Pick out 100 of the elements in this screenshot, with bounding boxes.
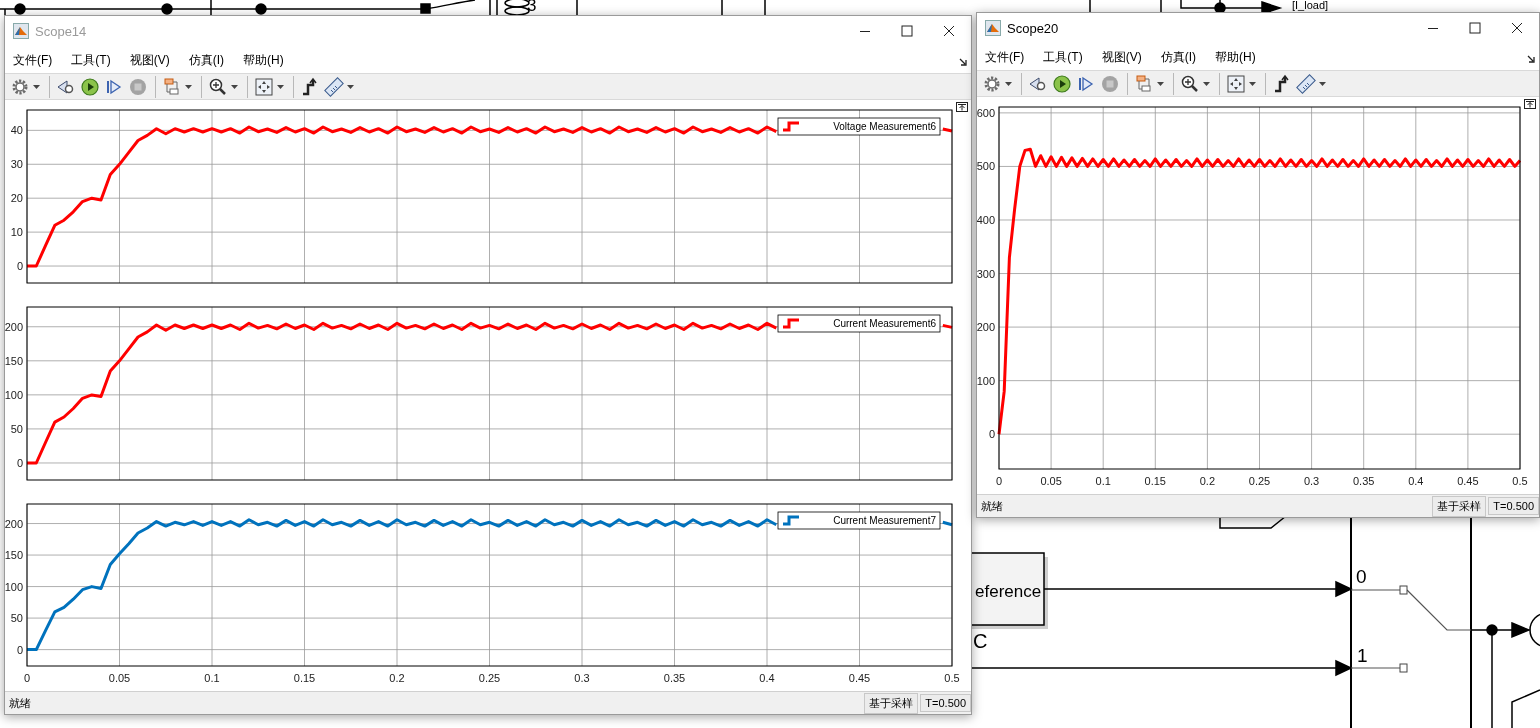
legend-line-icon (783, 318, 799, 329)
tick-label: 500 (977, 160, 995, 173)
maximize-icon[interactable] (901, 25, 913, 37)
tick-label: 0.3 (574, 672, 590, 684)
caret-icon (1203, 81, 1210, 86)
toolbar-button[interactable] (79, 75, 101, 98)
sample-mode-label: 基于采样 (1432, 495, 1487, 517)
time-readout: T=0.500 (1488, 497, 1539, 515)
tick-label: 0.25 (1248, 475, 1271, 487)
tick-label: 0.1 (204, 672, 220, 684)
time-readout: T=0.500 (920, 694, 971, 712)
caret-icon (33, 84, 40, 89)
caret-icon (185, 84, 192, 89)
play-icon (1052, 73, 1072, 94)
tick-label: 50 (10, 612, 23, 625)
play-icon (80, 76, 100, 97)
menu-item[interactable]: 帮助(H) (1210, 47, 1261, 66)
toolbar-button[interactable] (1051, 72, 1073, 95)
caret-icon (277, 84, 284, 89)
toolbar-button[interactable] (1173, 72, 1213, 95)
tick-label: 0.25 (478, 672, 501, 684)
tick-label: 0.5 (1512, 475, 1528, 487)
tick-label: 200 (5, 320, 23, 333)
tick-label: 200 (977, 321, 995, 334)
menu-item[interactable]: 工具(T) (1038, 47, 1088, 66)
tick-label: 0.4 (759, 672, 775, 684)
caret-icon (1249, 81, 1256, 86)
step-signal-icon (300, 76, 320, 97)
zoom-in-icon (1180, 73, 1200, 94)
block-label: eference (975, 582, 1042, 601)
tick-label: 150 (5, 354, 23, 367)
tick-label: 0 (23, 672, 31, 684)
tick-label: 0 (988, 428, 995, 441)
menu-item[interactable]: 帮助(H) (238, 50, 289, 69)
tick-label: 0.15 (293, 672, 316, 684)
status-text: 就绪 (9, 695, 31, 711)
step-signal-icon (1272, 73, 1292, 94)
menu-item[interactable]: 文件(F) (8, 50, 58, 69)
caret-icon (1005, 81, 1012, 86)
tick-label: 0 (16, 456, 23, 469)
menu-item[interactable]: 仿真(I) (1155, 47, 1201, 66)
tick-label: 0.45 (848, 672, 871, 684)
tick-label: 0.05 (1040, 475, 1062, 487)
sum-block (1529, 612, 1540, 648)
menu-item[interactable]: 文件(F) (980, 47, 1030, 66)
tick-label: 0.4 (1408, 475, 1424, 487)
status-text: 就绪 (981, 498, 1003, 514)
tick-label: 0.2 (389, 672, 405, 684)
tick-label: 600 (977, 106, 995, 119)
stop-icon (128, 76, 148, 97)
stop-icon (1100, 73, 1120, 94)
block-outline (1511, 689, 1540, 728)
app-logo-icon (985, 20, 1001, 36)
menu-item[interactable]: 工具(T) (66, 50, 116, 69)
tick-label: 0.35 (1353, 475, 1375, 487)
tick-label: 0 (16, 643, 23, 656)
close-icon[interactable] (1511, 22, 1523, 34)
menu-item[interactable]: 视图(V) (1096, 47, 1147, 66)
caret-icon (1157, 81, 1164, 86)
zoom-in-icon (208, 76, 228, 97)
panel-arrow-icon[interactable] (956, 102, 968, 112)
window-title: Scope14 (35, 23, 87, 39)
legend-line-icon (783, 515, 799, 526)
close-icon[interactable] (943, 25, 955, 37)
toolbar-button[interactable] (1219, 72, 1259, 95)
legend-label: Current Measurement7 (833, 515, 936, 526)
arrow-icon[interactable] (1527, 55, 1535, 63)
menu-item[interactable]: 仿真(I) (183, 50, 229, 69)
tick-label: 150 (5, 549, 23, 562)
window-title: Scope20 (1007, 20, 1059, 36)
layout-icon (162, 76, 182, 97)
tick-label: 400 (977, 214, 995, 226)
block-label: 3 (527, 0, 537, 15)
arrow-icon[interactable] (959, 58, 967, 66)
menu-item[interactable]: 视图(V) (124, 50, 175, 69)
tick-label: 40 (10, 124, 23, 137)
toolbar-button[interactable] (247, 75, 287, 98)
port-label: 0 (1356, 566, 1367, 587)
tick-label: 0.3 (1303, 475, 1320, 487)
tick-label: 100 (5, 388, 23, 401)
tick-label: 0.35 (663, 672, 686, 684)
tick-label: 0.15 (1144, 475, 1166, 487)
fit-to-view-icon (1226, 73, 1246, 94)
maximize-icon[interactable] (1469, 22, 1481, 34)
tick-label: 100 (5, 580, 23, 593)
caret-icon (347, 84, 354, 89)
panel-arrow-icon[interactable] (1524, 99, 1536, 109)
tick-label: 100 (977, 374, 995, 387)
tick-label: 0.5 (944, 672, 960, 684)
tick-label: 0 (16, 260, 23, 273)
app-logo-icon (13, 23, 29, 39)
subsystem-block (1219, 515, 1287, 529)
sample-mode-label: 基于采样 (864, 692, 919, 714)
toolbar-button[interactable] (201, 75, 241, 98)
caret-icon (1319, 81, 1326, 86)
layout-icon (1134, 73, 1154, 94)
tick-label: 50 (10, 422, 23, 435)
legend-label: Current Measurement6 (833, 318, 936, 329)
tick-label: 20 (10, 192, 23, 205)
legend-label: Voltage Measurement6 (833, 121, 936, 132)
